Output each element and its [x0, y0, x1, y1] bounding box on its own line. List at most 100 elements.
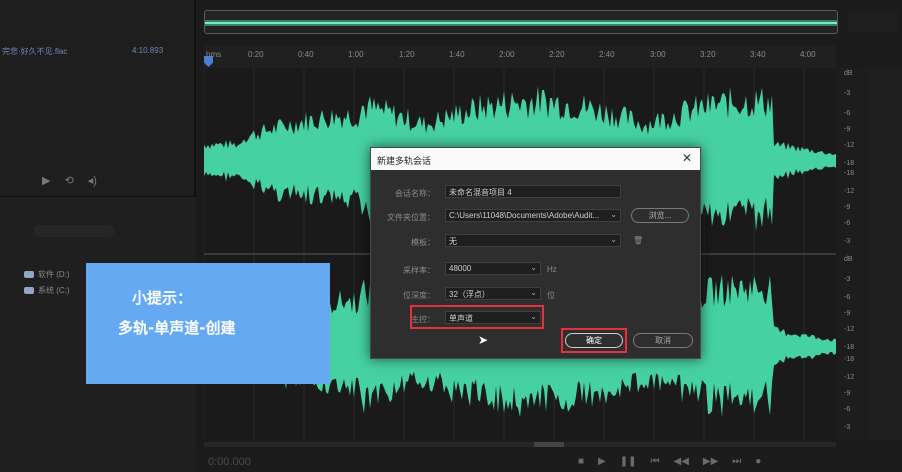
transport-controls: ■ ▶ ❚❚ ⏮ ◀◀ ▶▶ ⏭ ●: [578, 456, 761, 467]
db-label: -9: [844, 310, 851, 317]
db-label: -9: [844, 204, 851, 211]
ruler-tick: 3:20: [700, 50, 716, 59]
vertical-scroll[interactable]: [870, 68, 902, 440]
sample-rate-value: 48000: [449, 264, 472, 273]
drive-item-c[interactable]: 系统 (C:): [24, 285, 70, 296]
bit-depth-label: 位深度：: [403, 291, 435, 300]
time-ruler[interactable]: hms 0:20 0:40 1:00 1:20 1:40 2:00 2:20 2…: [204, 46, 836, 68]
db-label: -18: [844, 170, 855, 177]
transport-bar: 0:00.000 ■ ▶ ❚❚ ⏮ ◀◀ ▶▶ ⏭ ●: [196, 448, 902, 472]
file-list-item[interactable]: 完悲·好久不见.flac 4:10.893: [0, 44, 196, 58]
master-highlight-box: [410, 305, 544, 329]
dialog-title: 新建多轨会话: [377, 156, 432, 166]
forward-icon[interactable]: ▶▶: [703, 456, 718, 467]
db-label: -3: [844, 90, 851, 97]
loop-icon[interactable]: ⟲: [64, 174, 73, 187]
tip-text: 多轨-单声道-创建: [118, 319, 236, 337]
close-icon[interactable]: ✕: [682, 151, 692, 165]
session-name-input[interactable]: 未命名混音项目 4: [445, 185, 621, 198]
db-label: -12: [844, 374, 855, 381]
zoom-controls: [848, 12, 898, 32]
preview-transport: ▶ ⟲ ◂): [42, 174, 97, 187]
db-label: -18: [844, 160, 855, 167]
db-label: -12: [844, 142, 855, 149]
db-label: dB: [844, 70, 853, 77]
sample-rate-select[interactable]: 48000 ⌄: [445, 262, 541, 275]
ruler-tick: 3:00: [650, 50, 666, 59]
db-label: -18: [844, 356, 855, 363]
play-icon[interactable]: ▶: [598, 456, 606, 467]
file-duration: 4:10.893: [132, 46, 164, 55]
ruler-tick: 1:20: [399, 50, 415, 59]
chevron-down-icon: ⌄: [530, 288, 537, 297]
end-icon[interactable]: ⏭: [732, 456, 741, 467]
timecode-display: 0:00.000: [208, 456, 251, 468]
horizontal-scrollbar[interactable]: [204, 442, 836, 447]
template-label: 模板：: [411, 238, 435, 247]
db-label: -3: [844, 424, 851, 431]
ruler-tick: 1:40: [449, 50, 465, 59]
scroll-thumb[interactable]: [534, 442, 564, 447]
drive-label: 系统 (C:): [38, 286, 70, 295]
rewind-icon[interactable]: ⏮: [651, 456, 660, 467]
waveform-overview[interactable]: [204, 10, 838, 34]
stop-icon[interactable]: ■: [578, 456, 584, 467]
dialog-titlebar: 新建多轨会话 ✕: [371, 148, 700, 170]
template-value: 无: [449, 237, 457, 246]
ruler-tick: 3:40: [750, 50, 766, 59]
db-label: -9: [844, 390, 851, 397]
db-label: -6: [844, 110, 851, 117]
ruler-tick: 2:20: [549, 50, 565, 59]
mouse-cursor-icon: ➤: [478, 333, 489, 347]
play-icon[interactable]: ▶: [42, 174, 50, 187]
delete-template-icon[interactable]: 🗑: [633, 236, 643, 245]
db-label: -3: [844, 276, 851, 283]
bit-depth-select[interactable]: 32（浮点） ⌄: [445, 287, 541, 300]
ruler-tick: 4:00: [800, 50, 816, 59]
db-scale: dB -3 -6 -9 -12 -18 -18 -12 -9 -6 -3 dB …: [838, 68, 870, 440]
db-label: -6: [844, 220, 851, 227]
ruler-tick: 2:40: [599, 50, 615, 59]
search-input[interactable]: [34, 225, 114, 237]
audition-window: 完悲·好久不见.flac 4:10.893 ▶ ⟲ ◂) 软件 (D:) 系统 …: [0, 0, 902, 472]
tip-card: 小提示： 多轨-单声道-创建: [86, 263, 330, 384]
db-label: -18: [844, 344, 855, 351]
template-select[interactable]: 无 ⌄: [445, 234, 621, 247]
db-label: -12: [844, 188, 855, 195]
db-label: dB: [844, 256, 853, 263]
sample-rate-label: 采样率：: [403, 266, 435, 275]
back-icon[interactable]: ◀◀: [674, 456, 689, 467]
session-name-value: 未命名混音项目 4: [449, 188, 512, 197]
overview-waveform: [205, 20, 837, 26]
drive-item-d[interactable]: 软件 (D:): [24, 269, 70, 280]
db-label: -6: [844, 406, 851, 413]
ruler-tick: 2:00: [499, 50, 515, 59]
tip-title: 小提示：: [132, 289, 193, 307]
file-name: 完悲·好久不见.flac: [2, 47, 68, 56]
chevron-down-icon: ⌄: [530, 263, 537, 272]
browse-button[interactable]: 浏览...: [631, 208, 689, 223]
db-label: -12: [844, 326, 855, 333]
folder-value: C:\Users\11048\Documents\Adobe\Audit...: [449, 211, 600, 220]
session-name-label: 会话名称：: [395, 189, 435, 198]
speaker-icon[interactable]: ◂): [88, 174, 97, 187]
folder-label: 文件夹位置：: [387, 213, 435, 222]
bit-depth-value: 32（浮点）: [449, 290, 490, 299]
ruler-tick: 0:40: [298, 50, 314, 59]
folder-select[interactable]: C:\Users\11048\Documents\Adobe\Audit... …: [445, 209, 621, 222]
chevron-down-icon: ⌄: [610, 210, 617, 219]
drive-label: 软件 (D:): [38, 270, 70, 279]
ruler-tick: hms: [206, 50, 222, 59]
bit-depth-unit: 位: [547, 291, 555, 300]
drive-icon: [24, 287, 34, 294]
drive-icon: [24, 271, 34, 278]
db-label: -6: [844, 294, 851, 301]
db-label: -9: [844, 126, 851, 133]
chevron-down-icon: ⌄: [610, 235, 617, 244]
record-icon[interactable]: ●: [755, 456, 761, 467]
pause-icon[interactable]: ❚❚: [620, 456, 637, 467]
ruler-tick: 1:00: [348, 50, 364, 59]
ok-highlight-box: [561, 328, 627, 353]
sample-rate-unit: Hz: [547, 265, 557, 274]
cancel-button[interactable]: 取消: [633, 333, 693, 348]
